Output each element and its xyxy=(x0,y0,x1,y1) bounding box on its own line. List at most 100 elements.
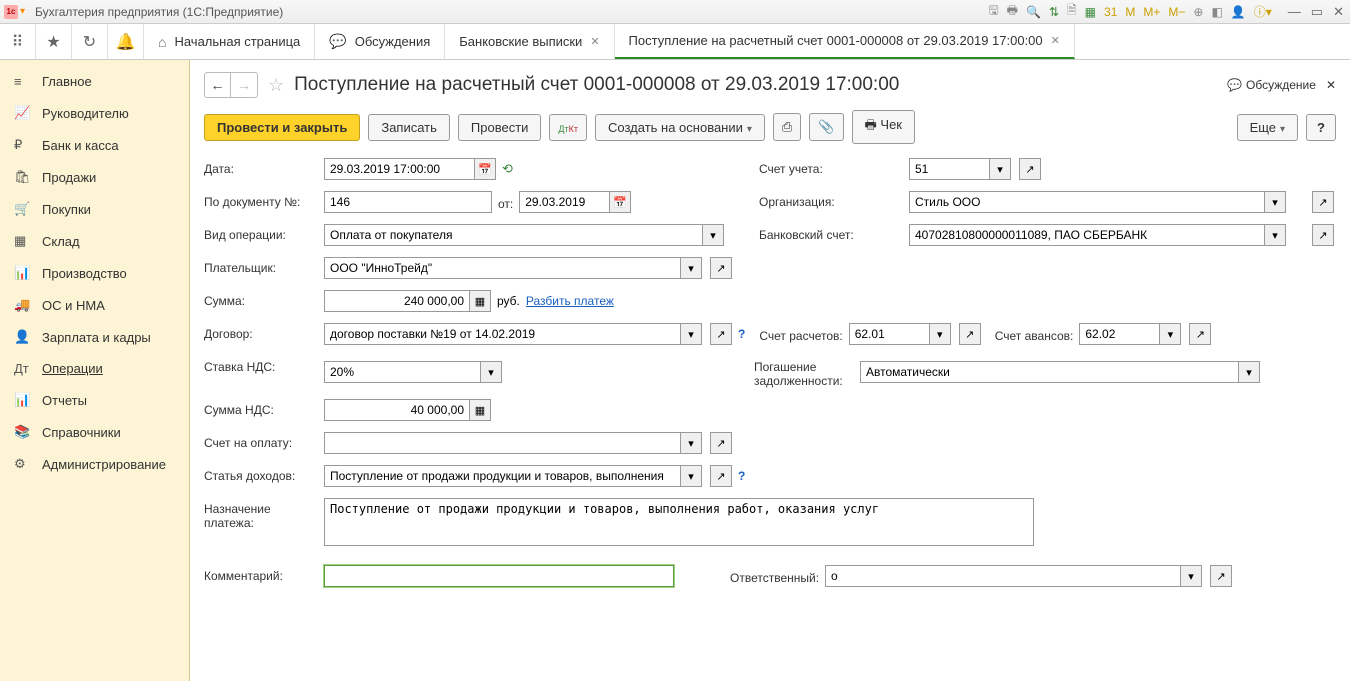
open-icon[interactable]: ↗ xyxy=(710,323,732,345)
open-icon[interactable]: ↗ xyxy=(710,432,732,454)
m-icon[interactable]: M xyxy=(1123,5,1137,19)
advacct-input[interactable] xyxy=(1079,323,1159,345)
calc-icon[interactable]: ▦ xyxy=(1083,5,1098,19)
sidebar-item-reports[interactable]: 📊Отчеты xyxy=(0,384,189,416)
sidebar-item-warehouse[interactable]: ▦Склад xyxy=(0,225,189,257)
sidebar-item-assets[interactable]: 🚚ОС и НМА xyxy=(0,289,189,321)
info-icon[interactable]: ⓘ▾ xyxy=(1252,3,1274,20)
vatrate-input[interactable] xyxy=(324,361,480,383)
calendar-icon[interactable]: 31 xyxy=(1102,5,1119,19)
user-icon[interactable]: 👤 xyxy=(1229,5,1248,19)
docnum-input[interactable] xyxy=(324,191,492,213)
sum-input[interactable] xyxy=(324,290,469,312)
create-based-on-button[interactable]: Создать на основании▾ xyxy=(595,114,765,141)
save-button[interactable]: Записать xyxy=(368,114,450,141)
chevron-down-icon[interactable]: ▾ xyxy=(680,257,702,279)
open-icon[interactable]: ↗ xyxy=(959,323,981,345)
open-icon[interactable]: ↗ xyxy=(1189,323,1211,345)
sidebar-item-operations[interactable]: ДтОперации xyxy=(0,353,189,384)
bankacc-input[interactable] xyxy=(909,224,1264,246)
close-icon[interactable]: ✕ xyxy=(590,35,599,48)
forward-button[interactable]: → xyxy=(231,73,257,97)
refresh-icon[interactable]: ⟲ xyxy=(502,161,513,177)
sidebar-item-bank[interactable]: ₽Банк и касса xyxy=(0,129,189,161)
tab-bank-statements[interactable]: Банковские выписки ✕ xyxy=(445,24,614,59)
chevron-down-icon[interactable]: ▾ xyxy=(680,323,702,345)
contract-input[interactable] xyxy=(324,323,680,345)
post-and-close-button[interactable]: Провести и закрыть xyxy=(204,114,360,141)
chevron-down-icon[interactable]: ▾ xyxy=(1180,565,1202,587)
calendar-icon[interactable]: 📅 xyxy=(474,158,496,180)
chevron-down-icon[interactable]: ▾ xyxy=(680,465,702,487)
chevron-down-icon[interactable]: ▾ xyxy=(1159,323,1181,345)
help-icon[interactable]: ? xyxy=(738,327,745,341)
print-icon[interactable]: 🖶 xyxy=(1005,1,1020,22)
chevron-down-icon[interactable]: ▾ xyxy=(480,361,502,383)
sidebar-item-directories[interactable]: 📚Справочники xyxy=(0,416,189,448)
resp-input[interactable] xyxy=(825,565,1180,587)
purpose-textarea[interactable] xyxy=(324,498,1034,546)
split-payment-link[interactable]: Разбить платеж xyxy=(526,294,614,308)
account-input[interactable] xyxy=(909,158,989,180)
calc-icon[interactable]: ▦ xyxy=(469,290,491,312)
layout-icon[interactable]: ◧ xyxy=(1209,5,1224,19)
preview-icon[interactable]: 🔍 xyxy=(1024,5,1043,19)
sidebar-item-admin[interactable]: ⚙Администрирование xyxy=(0,448,189,480)
docdate-input[interactable] xyxy=(519,191,609,213)
tab-home[interactable]: ⌂ Начальная страница xyxy=(144,24,315,59)
maximize-icon[interactable]: ▭ xyxy=(1309,4,1325,20)
back-button[interactable]: ← xyxy=(205,73,231,97)
post-button[interactable]: Провести xyxy=(458,114,542,141)
compare-icon[interactable]: ⇅ xyxy=(1047,5,1061,19)
more-button[interactable]: Еще▾ xyxy=(1237,114,1298,141)
dtkt-button[interactable]: ДтКт xyxy=(549,114,587,141)
chevron-down-icon[interactable]: ▾ xyxy=(1264,224,1286,246)
org-input[interactable] xyxy=(909,191,1264,213)
payer-input[interactable] xyxy=(324,257,680,279)
debt-input[interactable] xyxy=(860,361,1238,383)
date-input[interactable] xyxy=(324,158,474,180)
sidebar-item-purchases[interactable]: 🛒Покупки xyxy=(0,193,189,225)
attach-button[interactable]: 📎 xyxy=(809,113,843,141)
optype-input[interactable] xyxy=(324,224,702,246)
dropdown-icon[interactable]: ▾ xyxy=(20,6,25,17)
check-button[interactable]: 🖶 Чек xyxy=(852,110,915,144)
open-icon[interactable]: ↗ xyxy=(1210,565,1232,587)
sidebar-item-sales[interactable]: 🛍Продажи xyxy=(0,161,189,193)
star-icon[interactable]: ☆ xyxy=(268,75,284,96)
discuss-button[interactable]: 💬 Обсуждение xyxy=(1227,78,1316,92)
document-icon[interactable]: 🗎 xyxy=(1065,1,1079,22)
chevron-down-icon[interactable]: ▾ xyxy=(1264,191,1286,213)
comment-input[interactable] xyxy=(324,565,674,587)
sidebar-item-manager[interactable]: 📈Руководителю xyxy=(0,97,189,129)
structure-button[interactable]: ⎙ xyxy=(773,113,801,141)
income-input[interactable] xyxy=(324,465,680,487)
tab-discussions[interactable]: 💬 Обсуждения xyxy=(315,24,445,59)
vatsum-input[interactable] xyxy=(324,399,469,421)
open-icon[interactable]: ↗ xyxy=(1312,224,1334,246)
chevron-down-icon[interactable]: ▾ xyxy=(1238,361,1260,383)
notifications-icon[interactable]: 🔔 xyxy=(108,24,144,59)
close-icon[interactable]: ✕ xyxy=(1051,34,1060,47)
sidebar-item-production[interactable]: 📊Производство xyxy=(0,257,189,289)
chevron-down-icon[interactable]: ▾ xyxy=(989,158,1011,180)
chevron-down-icon[interactable]: ▾ xyxy=(680,432,702,454)
chevron-down-icon[interactable]: ▾ xyxy=(929,323,951,345)
favorite-icon[interactable]: ★ xyxy=(36,24,72,59)
calc-icon[interactable]: ▦ xyxy=(469,399,491,421)
help-icon[interactable]: ? xyxy=(738,469,745,483)
calcacct-input[interactable] xyxy=(849,323,929,345)
open-icon[interactable]: ↗ xyxy=(1019,158,1041,180)
history-icon[interactable]: ↻ xyxy=(72,24,108,59)
minimize-icon[interactable]: — xyxy=(1286,4,1303,20)
sidebar-item-payroll[interactable]: 👤Зарплата и кадры xyxy=(0,321,189,353)
invoice-input[interactable] xyxy=(324,432,680,454)
open-icon[interactable]: ↗ xyxy=(1312,191,1334,213)
open-icon[interactable]: ↗ xyxy=(710,257,732,279)
apps-icon[interactable]: ⠿ xyxy=(0,24,36,59)
tab-current-document[interactable]: Поступление на расчетный счет 0001-00000… xyxy=(615,24,1075,59)
sidebar-item-main[interactable]: ≡Главное xyxy=(0,66,189,97)
zoom-icon[interactable]: ⊕ xyxy=(1191,5,1205,19)
m-minus-icon[interactable]: M− xyxy=(1166,5,1187,19)
close-icon[interactable]: ✕ xyxy=(1331,4,1346,20)
